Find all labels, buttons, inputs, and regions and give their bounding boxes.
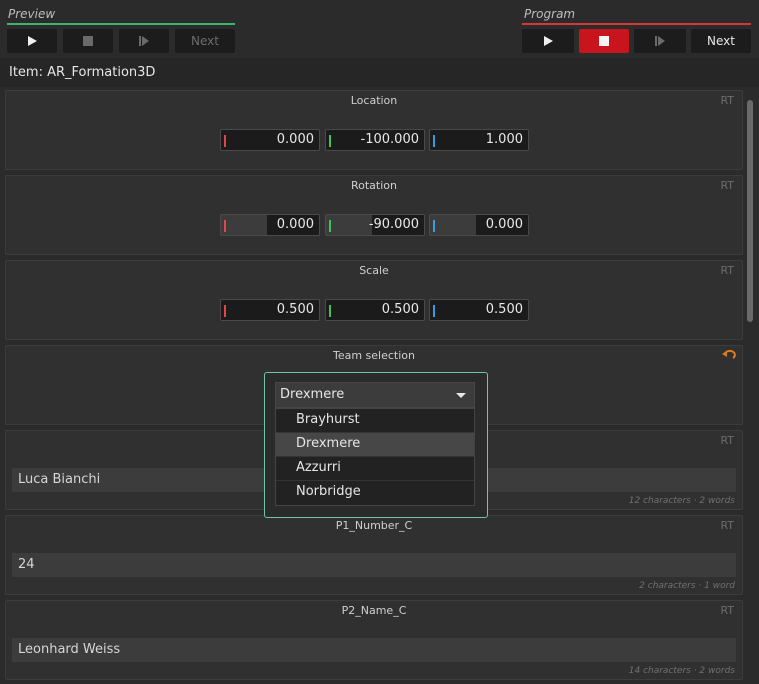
team-options-list: Brayhurst Drexmere Azzurri Norbridge <box>275 408 475 506</box>
location-title: Location <box>350 94 398 107</box>
scale-z-value: 0.500 <box>485 302 523 317</box>
p1-number-char-count: 2 characters · 1 word <box>639 581 735 591</box>
rotation-title: Rotation <box>350 179 397 192</box>
team-option[interactable]: Azzurri <box>276 457 474 481</box>
team-selected-value: Drexmere <box>280 387 345 402</box>
preview-title: Preview <box>8 7 56 21</box>
transport-bar: Preview Next Program Next <box>0 0 759 58</box>
rt-label: RT <box>720 519 734 532</box>
rt-label: RT <box>720 264 734 277</box>
play-icon <box>543 36 553 46</box>
location-x-field[interactable]: 0.000 <box>220 129 320 151</box>
rotation-y-field[interactable]: -90.000 <box>325 214 425 236</box>
y-axis-marker <box>329 135 331 147</box>
undo-icon[interactable] <box>722 349 736 361</box>
item-label: Item: AR_Formation3D <box>9 65 156 80</box>
preview-underline <box>7 23 235 25</box>
team-dropdown-popup: Drexmere Brayhurst Drexmere Azzurri Norb… <box>264 372 488 518</box>
step-icon <box>655 36 665 46</box>
p1-name-char-count: 12 characters · 2 words <box>628 496 735 506</box>
program-stop-button[interactable] <box>579 29 629 53</box>
p1-number-title: P1_Number_C <box>335 519 413 532</box>
program-title: Program <box>524 7 576 21</box>
location-x-value: 0.000 <box>276 132 314 147</box>
team-option[interactable]: Drexmere <box>276 433 474 457</box>
y-axis-marker <box>329 305 331 317</box>
rotation-panel: Rotation RT 0.000 -90.000 0.000 <box>5 175 743 255</box>
scale-panel: Scale RT 0.500 0.500 0.500 <box>5 260 743 340</box>
preview-stop-button[interactable] <box>63 29 113 53</box>
rt-label: RT <box>720 604 734 617</box>
program-next-button[interactable]: Next <box>691 29 751 53</box>
rt-label: RT <box>720 179 734 192</box>
program-step-button[interactable] <box>634 29 686 53</box>
rt-label: RT <box>720 434 734 447</box>
p1-number-field[interactable]: 24 <box>12 553 736 577</box>
x-axis-marker <box>224 220 226 232</box>
y-axis-marker <box>329 220 331 232</box>
stop-icon <box>599 36 609 46</box>
item-header: Item: AR_Formation3D <box>0 58 759 87</box>
scale-z-field[interactable]: 0.500 <box>429 299 529 321</box>
scrollbar-thumb[interactable] <box>747 100 753 322</box>
rotation-y-value: -90.000 <box>368 217 419 232</box>
z-axis-marker <box>433 220 435 232</box>
location-z-field[interactable]: 1.000 <box>429 129 529 151</box>
rotation-x-value: 0.000 <box>276 217 314 232</box>
rotation-z-field[interactable]: 0.000 <box>429 214 529 236</box>
program-play-button[interactable] <box>522 29 574 53</box>
scale-y-field[interactable]: 0.500 <box>325 299 425 321</box>
team-option[interactable]: Brayhurst <box>276 409 474 433</box>
location-y-value: -100.000 <box>360 132 419 147</box>
program-underline <box>522 23 751 25</box>
rt-label: RT <box>720 94 734 107</box>
x-axis-marker <box>224 135 226 147</box>
play-icon <box>27 36 37 46</box>
step-icon <box>139 36 149 46</box>
z-axis-marker <box>433 135 435 147</box>
z-axis-marker <box>433 305 435 317</box>
rotation-x-field[interactable]: 0.000 <box>220 214 320 236</box>
location-z-value: 1.000 <box>485 132 523 147</box>
p2-name-title: P2_Name_C <box>341 604 407 617</box>
location-panel: Location RT 0.000 -100.000 1.000 <box>5 90 743 170</box>
scale-title: Scale <box>359 264 389 277</box>
team-select[interactable]: Drexmere <box>275 382 475 408</box>
team-selection-title: Team selection <box>332 349 415 362</box>
scale-x-field[interactable]: 0.500 <box>220 299 320 321</box>
preview-next-button[interactable]: Next <box>175 29 235 53</box>
x-axis-marker <box>224 305 226 317</box>
p2-name-panel: P2_Name_C RT Leonhard Weiss 14 character… <box>5 600 743 680</box>
scale-y-value: 0.500 <box>381 302 419 317</box>
p2-name-field[interactable]: Leonhard Weiss <box>12 638 736 662</box>
p2-name-char-count: 14 characters · 2 words <box>628 666 735 676</box>
p1-number-panel: P1_Number_C RT 24 2 characters · 1 word <box>5 515 743 595</box>
rotation-z-value: 0.000 <box>485 217 523 232</box>
stop-icon <box>83 36 93 46</box>
location-y-field[interactable]: -100.000 <box>325 129 425 151</box>
chevron-down-icon <box>456 393 466 398</box>
team-option[interactable]: Norbridge <box>276 481 474 505</box>
scale-x-value: 0.500 <box>276 302 314 317</box>
preview-play-button[interactable] <box>7 29 57 53</box>
preview-step-button[interactable] <box>119 29 169 53</box>
